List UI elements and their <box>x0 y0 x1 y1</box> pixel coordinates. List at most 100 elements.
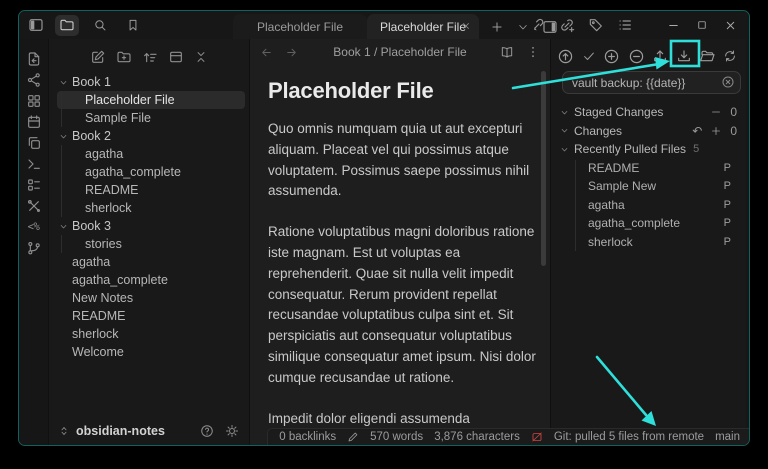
templater-icon[interactable]: <% <box>28 216 40 237</box>
pulled-file-row[interactable]: Sample NewP <box>551 177 746 196</box>
edit-mode-pencil-icon[interactable] <box>347 431 359 443</box>
tree-file[interactable]: New Notes <box>49 289 249 307</box>
close-tab-icon[interactable] <box>461 21 471 31</box>
tag-icon[interactable] <box>588 17 604 33</box>
character-count[interactable]: 3,876 characters <box>434 431 520 443</box>
search-icon <box>93 18 107 32</box>
chevron-down-icon <box>560 126 569 135</box>
editor-tab[interactable]: Placeholder File <box>233 14 367 39</box>
git-pull-icon[interactable] <box>676 48 692 64</box>
tree-file[interactable]: Sample File <box>49 109 249 127</box>
git-refresh-icon[interactable] <box>723 49 737 63</box>
tree-file[interactable]: agatha <box>49 145 249 163</box>
editor-tab-active[interactable]: Placeholder File <box>367 14 479 39</box>
note-content: Placeholder File Quo omnis numquam quia … <box>250 65 550 445</box>
clear-input-icon[interactable] <box>721 75 735 89</box>
indent-guide <box>61 145 62 217</box>
git-branch-icon[interactable] <box>26 237 42 258</box>
canvas-grid-icon[interactable] <box>26 90 42 111</box>
indent-guide <box>575 160 576 251</box>
backlink-icon[interactable] <box>530 17 546 33</box>
tree-file[interactable]: agatha_complete <box>49 163 249 181</box>
file-explorer-panel: Book 1 Placeholder File Sample File Book… <box>49 39 250 445</box>
git-push-icon[interactable] <box>652 48 668 64</box>
forward-arrow-icon[interactable] <box>285 46 298 59</box>
tree-file[interactable]: Welcome <box>49 343 249 361</box>
section-changes[interactable]: Changes ↶ 0 <box>551 122 746 141</box>
git-backup-icon[interactable] <box>557 48 574 65</box>
git-commit-check-icon[interactable] <box>582 49 596 63</box>
more-options-icon[interactable] <box>526 45 540 59</box>
terminal-icon[interactable] <box>26 153 42 174</box>
left-sidebar-toggle-icon[interactable] <box>28 17 44 33</box>
reading-mode-icon[interactable] <box>500 45 514 59</box>
maximize-icon[interactable] <box>696 19 708 31</box>
close-window-icon[interactable] <box>724 19 737 32</box>
git-stage-all-icon[interactable] <box>603 48 620 65</box>
new-tab-icon[interactable] <box>490 20 504 34</box>
new-folder-icon[interactable] <box>116 49 132 65</box>
minimize-icon[interactable] <box>667 19 680 32</box>
git-open-folder-icon[interactable] <box>699 48 715 64</box>
section-staged-changes[interactable]: Staged Changes 0 <box>551 103 746 122</box>
add-link-icon[interactable] <box>559 17 575 33</box>
tools-icon[interactable] <box>26 195 42 216</box>
chevron-down-icon <box>59 78 68 87</box>
templates-copy-icon[interactable] <box>26 132 42 153</box>
commit-message-input[interactable] <box>562 71 741 94</box>
tree-file[interactable]: sherlock <box>49 199 249 217</box>
chevron-down-icon <box>560 108 569 117</box>
indent-guide <box>61 235 62 253</box>
git-sections: Staged Changes 0 Changes ↶ 0 <box>551 103 746 251</box>
new-note-icon[interactable] <box>90 49 106 65</box>
section-recently-pulled[interactable]: Recently Pulled Files 5 <box>551 140 746 159</box>
git-status-message[interactable]: Git: pulled 5 files from remote <box>554 431 704 443</box>
pulled-file-row[interactable]: READMEP <box>551 159 746 178</box>
back-arrow-icon[interactable] <box>260 46 273 59</box>
titlebar-plugin-icons <box>530 11 633 39</box>
discard-undo-icon[interactable]: ↶ <box>692 125 702 137</box>
git-unstage-all-icon[interactable] <box>628 48 645 65</box>
tab-bookmarks[interactable] <box>121 15 145 36</box>
layout-rows-icon[interactable] <box>168 49 184 65</box>
vault-switcher[interactable]: obsidian-notes <box>49 420 249 442</box>
quick-switcher-icon[interactable] <box>26 48 42 69</box>
tree-folder[interactable]: Book 2 <box>49 127 249 145</box>
pulled-file-row[interactable]: agathaP <box>551 196 746 215</box>
graph-view-icon[interactable] <box>26 69 42 90</box>
sort-order-icon[interactable] <box>142 49 158 65</box>
tree-file[interactable]: stories <box>49 235 249 253</box>
help-icon[interactable] <box>200 424 214 438</box>
git-source-control-panel: Staged Changes 0 Changes ↶ 0 <box>550 39 746 445</box>
pulled-file-row[interactable]: sherlockP <box>551 233 746 252</box>
tab-search[interactable] <box>88 15 112 36</box>
editor-scrollbar[interactable] <box>541 71 546 266</box>
changes-count: 0 <box>730 124 737 138</box>
word-count[interactable]: 570 words <box>370 431 423 443</box>
chevron-down-icon <box>59 132 68 141</box>
settings-gear-icon[interactable] <box>225 424 239 438</box>
tree-file-selected[interactable]: Placeholder File <box>57 91 245 109</box>
checklist-icon[interactable] <box>26 174 42 195</box>
tree-file[interactable]: sherlock <box>49 325 249 343</box>
tree-folder[interactable]: Book 3 <box>49 217 249 235</box>
ribbon: <% <box>19 39 49 445</box>
tree-folder[interactable]: Book 1 <box>49 73 249 91</box>
outline-list-icon[interactable] <box>617 17 633 33</box>
backlinks-count[interactable]: 0 backlinks <box>279 431 336 443</box>
tree-file[interactable]: agatha <box>49 253 249 271</box>
tree-file[interactable]: agatha_complete <box>49 271 249 289</box>
collapse-all-icon[interactable] <box>194 50 208 64</box>
tab-list-chevron-icon[interactable] <box>517 21 529 33</box>
tree-file[interactable]: README <box>49 181 249 199</box>
tab-file-explorer[interactable] <box>55 15 79 36</box>
git-branch-name[interactable]: main <box>715 431 740 443</box>
status-badge: P <box>724 199 731 211</box>
indent-guide <box>61 91 62 127</box>
tree-file[interactable]: README <box>49 307 249 325</box>
sidebar-tab-strip <box>55 14 145 36</box>
pulled-file-row[interactable]: agatha_completeP <box>551 214 746 233</box>
daily-note-calendar-icon[interactable] <box>26 111 42 132</box>
unstage-minus-icon[interactable] <box>710 106 722 118</box>
stage-plus-icon[interactable] <box>710 125 722 137</box>
